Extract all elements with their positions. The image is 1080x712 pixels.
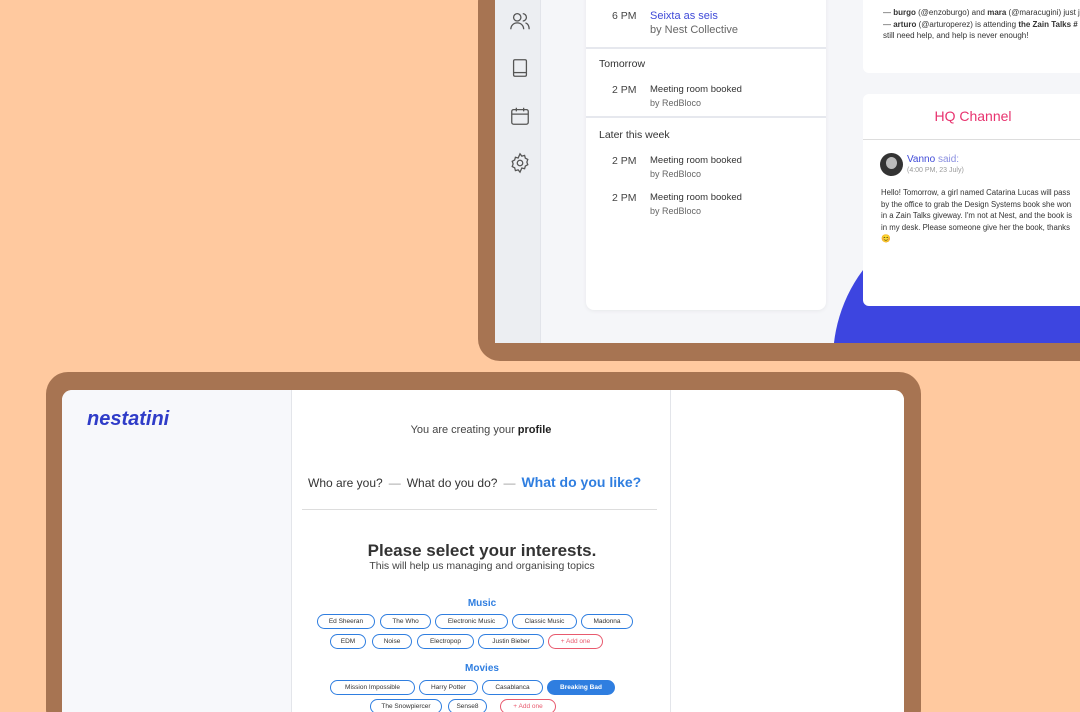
users-icon[interactable] bbox=[509, 10, 531, 32]
step-what-like[interactable]: What do you like? bbox=[521, 474, 641, 490]
interest-chip[interactable]: Sense8 bbox=[448, 699, 487, 712]
category-music-label: Music bbox=[467, 598, 497, 609]
event-organizer: by RedBloco bbox=[650, 169, 702, 179]
add-interest-button[interactable]: + Add one bbox=[500, 699, 556, 712]
message-body: Hello! Tomorrow, a girl named Catarina L… bbox=[881, 188, 1073, 244]
interest-chip[interactable]: The Snowpiercer bbox=[370, 699, 442, 712]
step-indicator: Who are you? — What do you do? — What do you… bbox=[308, 474, 641, 490]
right-panel bbox=[670, 390, 904, 712]
events-list: 6 PM Seixta as seis by Nest Collective T… bbox=[586, 0, 826, 310]
interest-chip[interactable]: Harry Potter bbox=[419, 680, 478, 695]
message-author[interactable]: Vanno said: bbox=[907, 154, 959, 165]
step-who[interactable]: Who are you? bbox=[308, 476, 383, 490]
interest-chip[interactable]: Casablanca bbox=[482, 680, 543, 695]
avatar[interactable] bbox=[880, 153, 903, 176]
interest-chip[interactable]: Classic Music bbox=[512, 614, 577, 629]
activity-line: — arturo (@arturoperez) is attending the… bbox=[883, 19, 1078, 29]
interest-chip[interactable]: Electronic Music bbox=[435, 614, 508, 629]
activity-card: — burgo (@enzoburgo) and mara (@maracugi… bbox=[863, 0, 1080, 73]
interest-chip[interactable]: Noise bbox=[372, 634, 412, 649]
interest-chip[interactable]: Ed Sheeran bbox=[317, 614, 375, 629]
event-time: 2 PM bbox=[612, 192, 637, 204]
event-title[interactable]: Meeting room booked bbox=[650, 192, 742, 203]
step-separator: — bbox=[503, 476, 516, 490]
interest-chip[interactable]: EDM bbox=[330, 634, 366, 649]
event-time: 2 PM bbox=[612, 155, 637, 167]
category-movies-label: Movies bbox=[465, 663, 499, 674]
dashboard-screen: 6 PM Seixta as seis by Nest Collective T… bbox=[495, 0, 1080, 343]
step-separator: — bbox=[388, 476, 401, 490]
creating-profile-text: You are creating your profile bbox=[410, 424, 552, 436]
activity-line: — burgo (@enzoburgo) and mara (@maracugi… bbox=[883, 8, 1080, 17]
settings-icon[interactable] bbox=[509, 152, 531, 174]
divider bbox=[586, 116, 826, 118]
interest-chip-selected[interactable]: Breaking Bad bbox=[547, 680, 615, 695]
profile-form: You are creating your profile Who are yo… bbox=[292, 390, 670, 712]
event-organizer: by RedBloco bbox=[650, 98, 702, 108]
event-organizer: by Nest Collective bbox=[650, 24, 739, 36]
interest-chip[interactable]: Mission Impossible bbox=[330, 680, 415, 695]
book-icon[interactable] bbox=[509, 57, 531, 79]
interests-heading: Please select your interests. bbox=[367, 541, 597, 560]
event-title[interactable]: Meeting room booked bbox=[650, 84, 742, 95]
dashboard-sidebar bbox=[495, 0, 541, 343]
section-heading-later: Later this week bbox=[599, 129, 670, 141]
interest-chip[interactable]: Madonna bbox=[581, 614, 633, 629]
left-panel: nestatini bbox=[62, 390, 292, 712]
divider bbox=[302, 509, 657, 510]
event-time: 2 PM bbox=[612, 84, 637, 96]
step-what-do[interactable]: What do you do? bbox=[407, 476, 498, 490]
divider bbox=[586, 47, 826, 49]
section-heading-tomorrow: Tomorrow bbox=[599, 58, 646, 70]
logo[interactable]: nestatini bbox=[87, 408, 169, 431]
activity-line: still need help, and help is never enoug… bbox=[883, 31, 1029, 40]
interest-chip[interactable]: Electropop bbox=[417, 634, 474, 649]
interest-chip[interactable]: Justin Bieber bbox=[478, 634, 544, 649]
divider bbox=[863, 139, 1080, 140]
event-time: 6 PM bbox=[612, 10, 637, 22]
message-date: (4:00 PM, 23 July) bbox=[907, 167, 964, 174]
event-title[interactable]: Meeting room booked bbox=[650, 155, 742, 166]
event-title-link[interactable]: Seixta as seis bbox=[650, 10, 718, 22]
add-interest-button[interactable]: + Add one bbox=[548, 634, 603, 649]
calendar-icon[interactable] bbox=[509, 105, 531, 127]
hq-channel-title: HQ Channel bbox=[934, 108, 1012, 124]
profile-screen: nestatini You are creating your profile … bbox=[62, 390, 904, 712]
event-organizer: by RedBloco bbox=[650, 206, 702, 216]
interests-subheading: This will help us managing and organisin… bbox=[369, 560, 595, 572]
interest-chip[interactable]: The Who bbox=[380, 614, 431, 629]
hq-channel-card: HQ Channel Vanno said: (4:00 PM, 23 July… bbox=[863, 94, 1080, 306]
